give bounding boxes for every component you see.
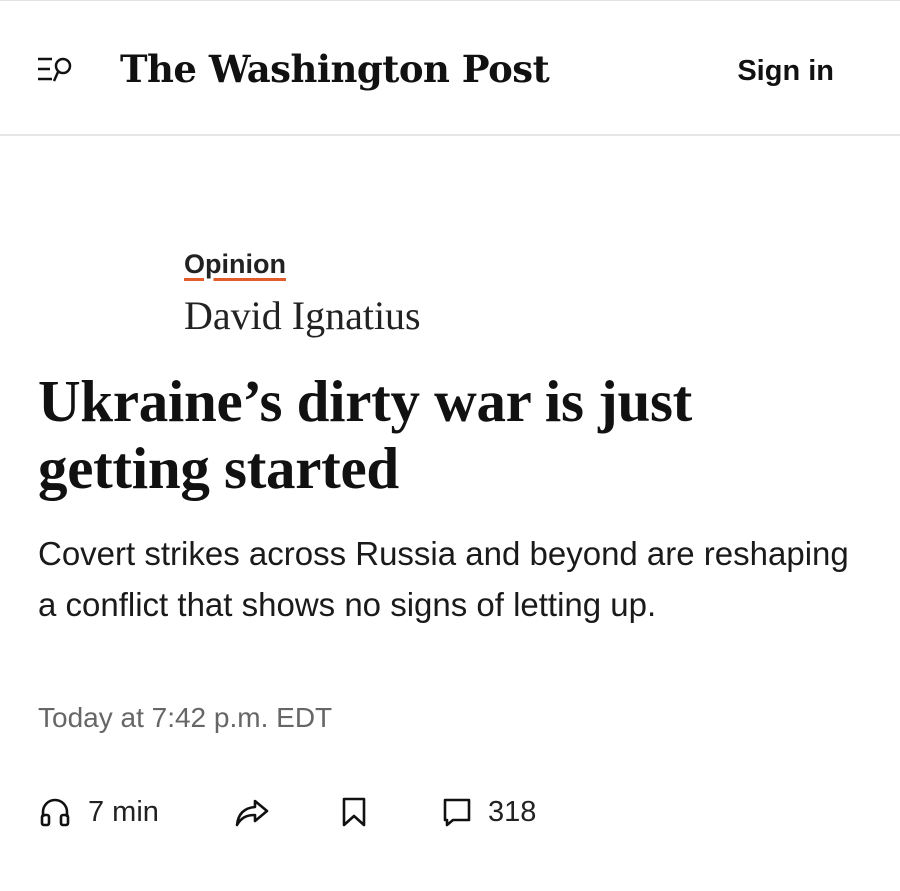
article-headline: Ukraine’s dirty war is just getting star… [38, 368, 693, 501]
bookmark-icon [342, 797, 366, 827]
listen-duration: 7 min [88, 796, 159, 828]
site-header: The Washington Post Sign in [0, 0, 900, 136]
menu-button[interactable] [36, 53, 76, 87]
headphones-icon [40, 798, 70, 827]
share-icon [235, 799, 269, 827]
section-label[interactable]: Opinion [184, 246, 286, 282]
author-name[interactable]: David Ignatius [184, 291, 421, 341]
share-button[interactable] [234, 787, 270, 837]
publish-timestamp: Today at 7:42 p.m. EDT [38, 702, 333, 733]
article-action-bar: 7 min 318 [38, 787, 878, 837]
comments-count: 318 [488, 796, 537, 828]
menu-search-icon [38, 57, 72, 82]
article-dek: Covert strikes across Russia and beyond … [38, 535, 849, 623]
save-button[interactable] [340, 787, 368, 837]
comments-button[interactable]: 318 [442, 787, 536, 837]
site-logo[interactable]: The Washington Post [120, 41, 550, 97]
listen-button[interactable]: 7 min [38, 787, 159, 837]
article-page: The Washington Post Sign in Opinion Davi… [0, 0, 900, 891]
sign-in-link[interactable]: Sign in [737, 51, 834, 91]
comment-icon [443, 798, 471, 827]
